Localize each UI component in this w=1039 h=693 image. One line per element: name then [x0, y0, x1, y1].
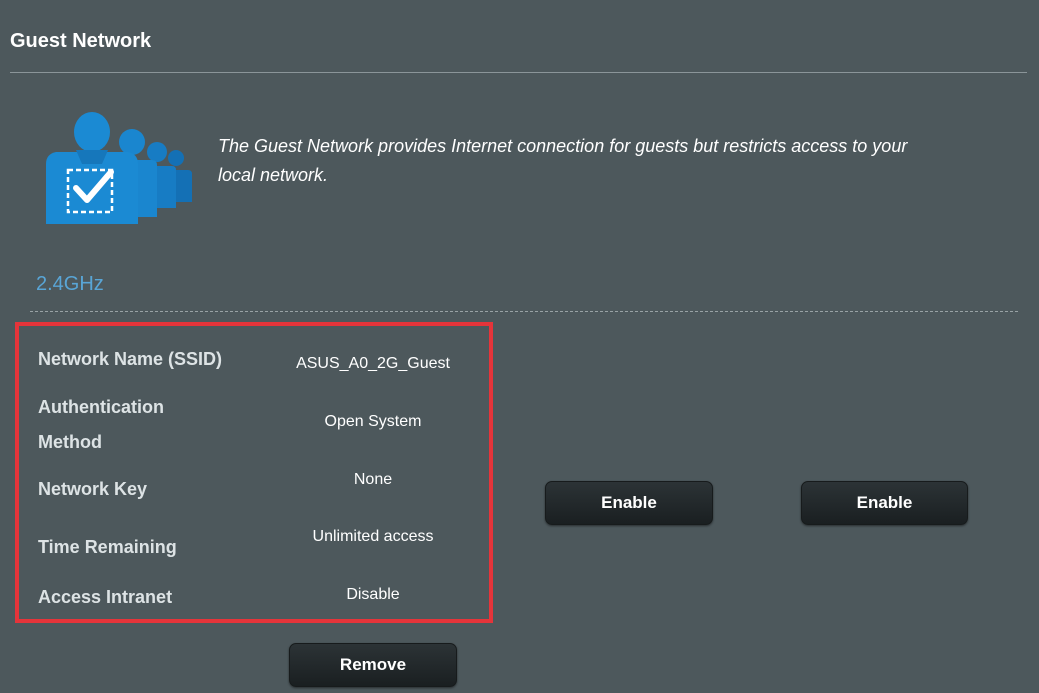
time-remaining-label: Time Remaining — [38, 537, 177, 557]
title-divider — [10, 72, 1027, 73]
time-remaining-value: Unlimited access — [312, 528, 434, 545]
enable-button-1[interactable]: Enable — [545, 481, 713, 525]
remove-button[interactable]: Remove — [289, 643, 457, 687]
guest-network-users-icon — [46, 112, 192, 224]
network-name-value: ASUS_A0_2G_Guest — [296, 355, 450, 372]
enable-button-2[interactable]: Enable — [801, 481, 968, 525]
page-title: Guest Network — [10, 30, 152, 52]
access-intranet-label: Access Intranet — [38, 587, 173, 607]
network-key-value: None — [353, 471, 393, 488]
authentication-method-value: Open System — [324, 413, 422, 430]
guest-network-description: The Guest Network provides Internet conn… — [218, 136, 908, 185]
band-label-2-4ghz: 2.4GHz — [36, 273, 104, 295]
authentication-method-label: Authentication Method — [38, 397, 164, 452]
network-key-label: Network Key — [38, 479, 148, 499]
access-intranet-value: Disable — [346, 586, 400, 603]
band-divider — [30, 311, 1018, 312]
network-name-label: Network Name (SSID) — [38, 349, 223, 369]
